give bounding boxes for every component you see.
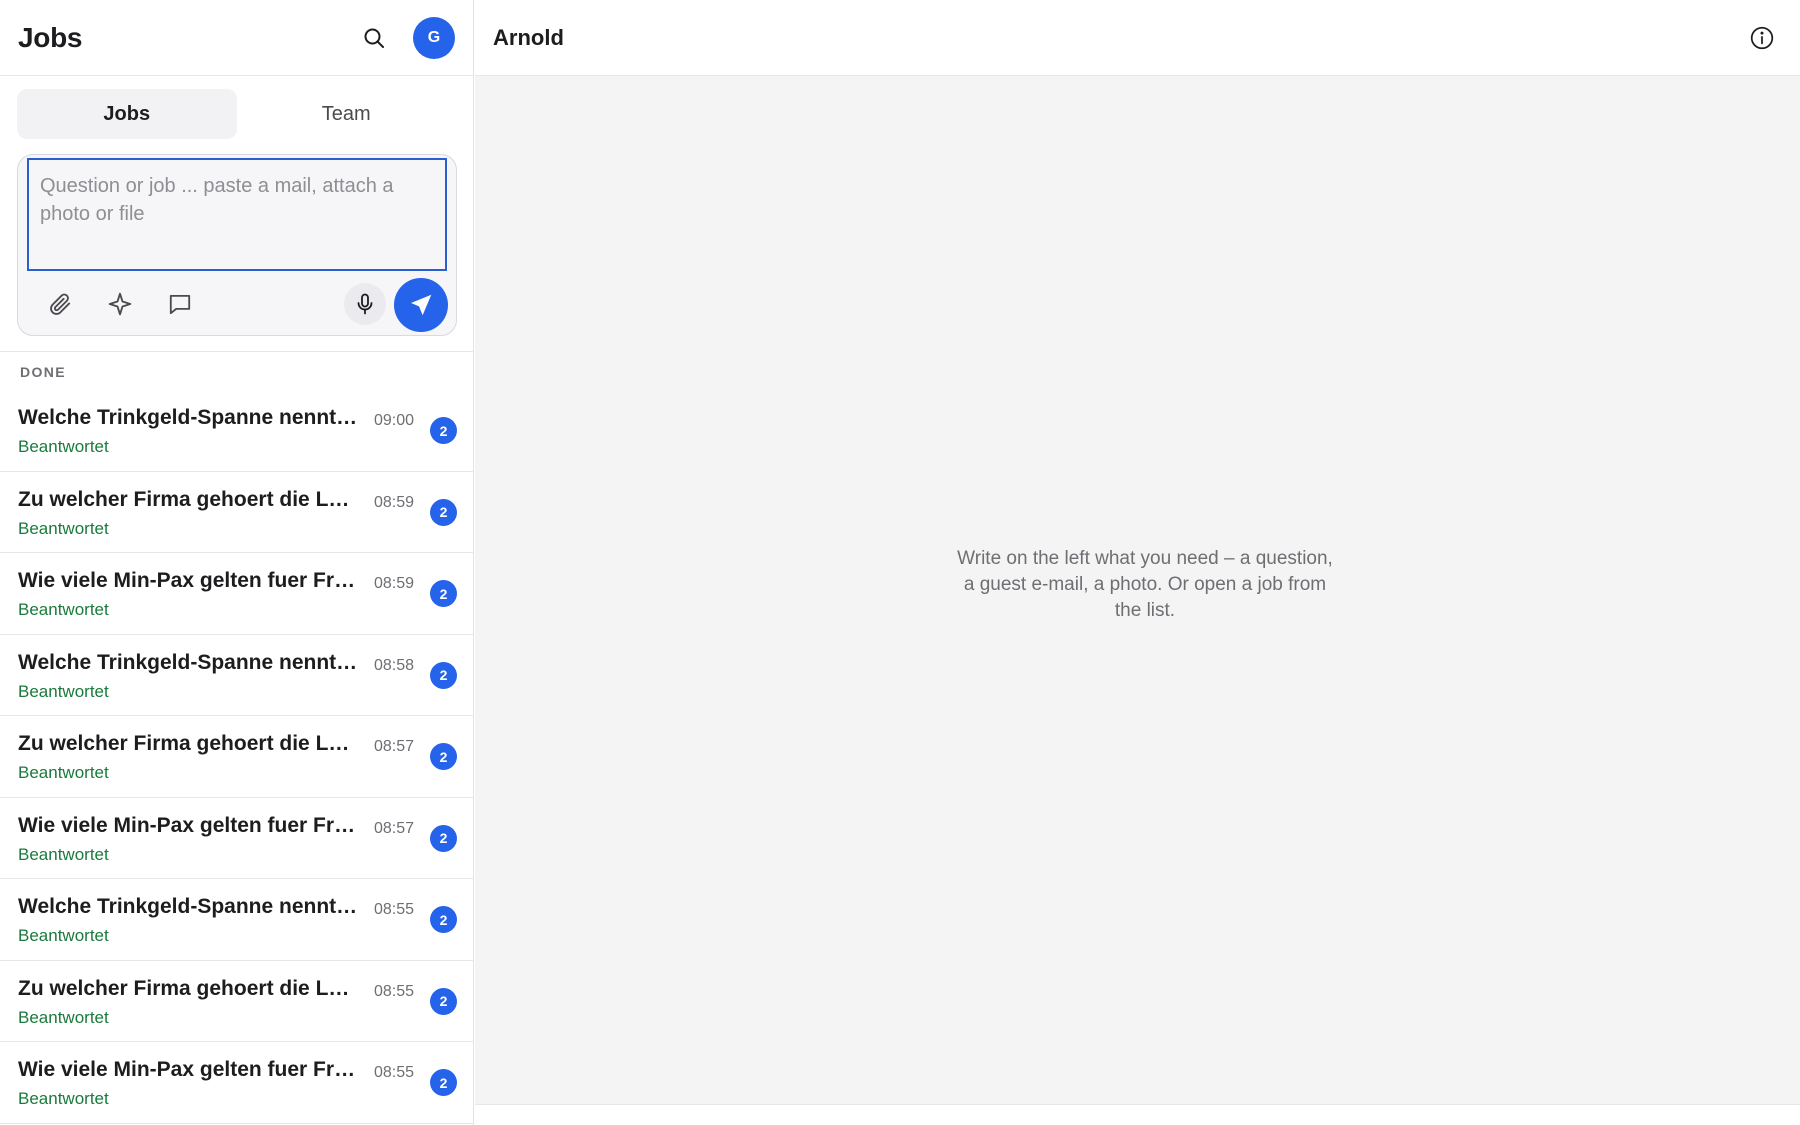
job-count-badge: 2 xyxy=(430,1069,457,1096)
job-list-item[interactable]: Zu welcher Firma gehoert die Lea... Beant… xyxy=(0,472,473,553)
info-button[interactable] xyxy=(1741,17,1783,59)
microphone-icon xyxy=(357,293,373,315)
job-title: Wie viele Min-Pax gelten fuer Fre... xyxy=(18,1058,358,1081)
paperclip-icon xyxy=(50,293,71,315)
sidebar: Jobs G Jobs Team Question or job ... pas… xyxy=(0,0,474,1125)
main-header: Arnold xyxy=(475,0,1800,76)
tab-team[interactable]: Team xyxy=(237,89,457,139)
ai-assist-button[interactable] xyxy=(100,284,140,324)
main-panel: Arnold Write on the left what you need –… xyxy=(475,0,1800,1125)
job-title: Welche Trinkgeld-Spanne nennt ... xyxy=(18,895,358,918)
job-count-badge: 2 xyxy=(430,743,457,770)
job-count-badge: 2 xyxy=(430,987,457,1015)
job-title: Zu welcher Firma gehoert die Lea... xyxy=(18,487,358,511)
comment-button[interactable] xyxy=(160,284,200,324)
job-time: 08:57 xyxy=(373,819,414,837)
job-status: Beantwortet xyxy=(18,600,109,619)
job-count-badge: 2 xyxy=(430,824,457,852)
job-status: Beantwortet xyxy=(18,1089,109,1108)
search-icon xyxy=(364,28,384,48)
comment-icon xyxy=(169,294,191,315)
job-list-item[interactable]: Wie viele Min-Pax gelten fuer Fre... Bean… xyxy=(0,553,473,635)
job-count-badge: 2 xyxy=(430,498,457,526)
conversation-title: Arnold xyxy=(493,24,564,50)
sidebar-title: Jobs xyxy=(18,21,83,53)
job-list-item[interactable]: Welche Trinkgeld-Spanne nennt ... Beantwo… xyxy=(0,879,473,961)
job-list-item[interactable]: Wie viele Min-Pax gelten fuer Fre... Bean… xyxy=(0,1042,473,1124)
job-time: 08:57 xyxy=(373,738,414,755)
tab-jobs[interactable]: Jobs xyxy=(17,89,237,139)
job-time: 09:00 xyxy=(373,412,414,429)
job-count-badge: 2 xyxy=(430,417,457,444)
job-list-item[interactable]: Zu welcher Firma gehoert die Lea... Beant… xyxy=(0,961,473,1042)
send-button[interactable] xyxy=(394,278,448,332)
job-time: 08:55 xyxy=(373,901,414,918)
job-status: Beantwortet xyxy=(18,844,109,864)
job-status: Beantwortet xyxy=(18,926,109,945)
job-count-badge: 2 xyxy=(430,906,457,933)
job-list-item[interactable]: Welche Trinkgeld-Spanne nennt ... Beantwo… xyxy=(0,635,473,716)
job-time: 08:59 xyxy=(373,575,414,592)
job-status: Beantwortet xyxy=(18,437,109,456)
job-title: Welche Trinkgeld-Spanne nennt ... xyxy=(18,406,358,429)
search-button[interactable] xyxy=(353,17,395,59)
job-time: 08:58 xyxy=(373,656,414,674)
job-composer xyxy=(17,154,457,336)
job-status: Beantwortet xyxy=(18,1007,109,1027)
section-label-done: DONE xyxy=(20,364,67,380)
microphone-button[interactable] xyxy=(344,283,386,325)
attach-button[interactable] xyxy=(40,284,80,324)
job-input[interactable] xyxy=(27,158,447,271)
main-footer xyxy=(475,1104,1800,1125)
empty-state-message: Write on the left what you need – a ques… xyxy=(957,548,1333,621)
job-title: Zu welcher Firma gehoert die Lea... xyxy=(18,976,358,1000)
job-list-item[interactable]: Welche Trinkgeld-Spanne nennt ... Beantwo… xyxy=(0,390,473,472)
job-list: Welche Trinkgeld-Spanne nennt ... Beantwo… xyxy=(0,390,473,1124)
send-icon xyxy=(411,294,432,316)
job-title: Zu welcher Firma gehoert die Lea... xyxy=(18,732,358,755)
job-title: Wie viele Min-Pax gelten fuer Fre... xyxy=(18,569,358,592)
job-status: Beantwortet xyxy=(18,518,109,538)
job-title: Wie viele Min-Pax gelten fuer Fre... xyxy=(18,813,358,837)
job-time: 08:55 xyxy=(373,982,414,1000)
job-title: Welche Trinkgeld-Spanne nennt ... xyxy=(18,650,358,674)
composer-toolbar xyxy=(18,273,456,335)
section-divider xyxy=(0,351,473,352)
info-icon xyxy=(1750,26,1774,49)
job-count-badge: 2 xyxy=(430,661,457,689)
job-list-item[interactable]: Wie viele Min-Pax gelten fuer Fre... Bean… xyxy=(0,798,473,879)
job-time: 08:59 xyxy=(373,493,414,511)
avatar[interactable]: G xyxy=(413,16,455,59)
sidebar-header: Jobs G xyxy=(0,0,473,76)
job-status: Beantwortet xyxy=(18,763,109,782)
job-count-badge: 2 xyxy=(430,580,457,607)
job-time: 08:55 xyxy=(373,1064,414,1081)
job-list-item[interactable]: Zu welcher Firma gehoert die Lea... Beant… xyxy=(0,716,473,798)
sparkle-icon xyxy=(108,292,132,316)
job-status: Beantwortet xyxy=(18,681,109,701)
